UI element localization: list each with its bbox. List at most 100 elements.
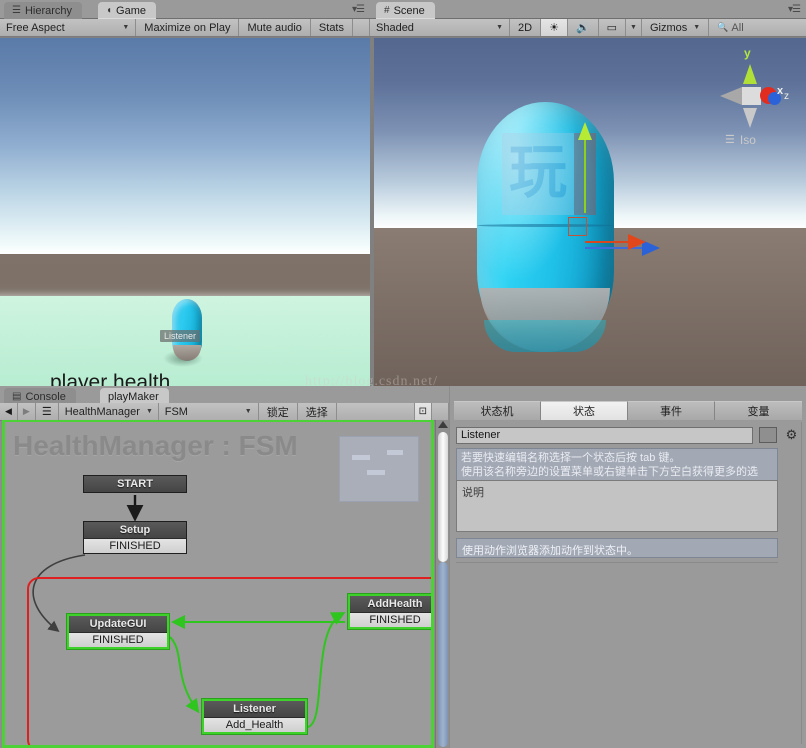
scene-effects-dropdown[interactable]: ▼	[626, 19, 642, 36]
minimap-node	[387, 450, 403, 455]
fsm-graph-panel[interactable]: HealthManager : FSM START Setup FINISHED…	[0, 420, 449, 748]
scrollbar-track[interactable]	[438, 562, 448, 747]
tab-variables[interactable]: 变量	[715, 401, 802, 420]
axis-z-label: z	[784, 91, 789, 102]
gameobject-dropdown[interactable]: HealthManager ▼	[58, 403, 159, 420]
toggle-2d-button[interactable]: 2D	[510, 19, 542, 36]
playmaker-toolbar: ◀ ▶ ☰ HealthManager ▼ FSM ▼ 锁定 选择 ⊡	[0, 403, 449, 421]
state-node-setup-event[interactable]: FINISHED	[84, 539, 186, 553]
scroll-up-arrow-icon[interactable]	[438, 421, 448, 428]
gizmo-x-axis-head[interactable]	[628, 234, 646, 250]
state-name-input[interactable]: Listener	[456, 426, 753, 444]
state-description-input[interactable]: 说明	[456, 480, 778, 532]
playmaker-inspector: 状态机 状态 事件 变量 Listener ⚙ 若要快速编辑名称选择一个状态后按…	[450, 386, 806, 748]
preview-toggle-button[interactable]: ⊡	[414, 403, 432, 420]
axis-negative-x-cone-icon[interactable]	[720, 87, 742, 105]
left-panel-tabbar: ☰ Hierarchy ◖ Game ▾☰	[0, 0, 370, 19]
fsm-minimap[interactable]	[339, 436, 419, 502]
aspect-label: Free Aspect	[6, 21, 65, 34]
preview-icon: ⊡	[418, 406, 427, 417]
state-node-updategui-event[interactable]: FINISHED	[69, 633, 167, 647]
tab-states[interactable]: 状态	[541, 401, 628, 420]
gear-icon[interactable]: ⚙	[783, 427, 800, 443]
scene-panel-menu-icon[interactable]: ▾☰	[788, 4, 801, 15]
state-node-listener[interactable]: Listener Add_Health	[202, 699, 307, 734]
state-node-listener-name: Listener	[204, 701, 305, 718]
inspector-divider	[456, 562, 778, 563]
state-node-addhealth[interactable]: AddHealth FINISHED	[348, 594, 431, 629]
scene-view[interactable]: 玩 y x z ☰ Iso	[374, 38, 806, 388]
scrollbar-thumb[interactable]	[438, 432, 448, 562]
hamburger-icon: ☰	[725, 133, 735, 146]
console-icon: ▤	[12, 391, 22, 402]
scene-capsule-foot-highlight	[484, 320, 606, 352]
tab-fsm-machine[interactable]: 状态机	[454, 401, 541, 420]
gameobject-label: HealthManager	[64, 405, 140, 418]
tab-hierarchy[interactable]: ☰ Hierarchy	[4, 2, 83, 19]
shading-label: Shaded	[376, 21, 414, 34]
maximize-on-play-button[interactable]: Maximize on Play	[136, 19, 240, 36]
gizmo-y-axis-head[interactable]	[578, 122, 592, 140]
scene-axis-widget[interactable]: y x z ☰ Iso	[702, 46, 794, 156]
list-icon: ☰	[12, 5, 21, 16]
speaker-icon: 🔊	[575, 22, 590, 34]
gizmo-center-handle[interactable]	[568, 217, 587, 236]
minimap-node	[352, 455, 370, 460]
gamepad-icon: ◖	[106, 5, 113, 16]
back-button[interactable]: ◀	[0, 403, 18, 420]
fsm-graph-canvas[interactable]: HealthManager : FSM START Setup FINISHED…	[2, 420, 434, 748]
chevron-down-icon: ▼	[122, 24, 130, 31]
chevron-down-icon: ▼	[145, 408, 153, 415]
stats-button[interactable]: Stats	[310, 19, 353, 36]
scene-search-input[interactable]: 🔍 All	[709, 19, 806, 36]
axis-y-label: y	[744, 46, 751, 60]
state-node-setup[interactable]: Setup FINISHED	[83, 521, 187, 554]
state-node-addhealth-event[interactable]: FINISHED	[350, 613, 431, 627]
aspect-dropdown[interactable]: Free Aspect ▼	[0, 19, 137, 36]
state-color-swatch[interactable]	[759, 427, 777, 443]
mute-audio-button[interactable]: Mute audio	[239, 19, 311, 36]
listener-object-label: Listener	[160, 330, 201, 342]
watermark-glyph-block: 玩	[502, 133, 596, 215]
chevron-down-icon: ▼	[496, 24, 503, 31]
tab-game[interactable]: ◖ Game	[98, 2, 157, 19]
gizmos-label: Gizmos	[649, 21, 688, 34]
game-sky	[0, 38, 370, 254]
state-node-updategui-name: UpdateGUI	[69, 616, 167, 633]
fsm-dropdown[interactable]: FSM ▼	[158, 403, 259, 420]
tab-scene[interactable]: # Scene	[376, 2, 435, 19]
tab-playmaker-label: playMaker	[108, 390, 159, 403]
game-view[interactable]: Listener player health	[0, 38, 370, 388]
state-node-setup-name: Setup	[84, 522, 186, 539]
scene-panel-tabbar: # Scene ▾☰	[370, 0, 806, 19]
axis-projection-label: Iso	[739, 133, 756, 147]
gizmo-y-axis-line	[584, 136, 586, 213]
tab-hierarchy-label: Hierarchy	[24, 4, 73, 17]
state-node-start[interactable]: START	[83, 475, 187, 493]
gizmos-dropdown-scene[interactable]: Gizmos ▼	[641, 19, 710, 36]
state-node-updategui[interactable]: UpdateGUI FINISHED	[67, 614, 169, 649]
action-browser-hint: 使用动作浏览器添加动作到状态中。	[456, 538, 778, 558]
forward-button[interactable]: ▶	[17, 403, 36, 420]
tab-events[interactable]: 事件	[628, 401, 715, 420]
panel-menu-icon[interactable]: ▾☰	[352, 4, 365, 15]
scene-lighting-toggle[interactable]: ☀	[541, 19, 568, 36]
scene-audio-toggle[interactable]: 🔊	[567, 19, 599, 36]
gizmos-dropdown-game[interactable]	[353, 19, 370, 36]
shading-dropdown[interactable]: Shaded ▼	[370, 19, 510, 36]
chevron-down-icon: ▼	[244, 408, 252, 415]
state-node-start-name: START	[84, 476, 186, 492]
axis-negative-y-cone-icon[interactable]	[743, 108, 757, 128]
select-button[interactable]: 选择	[297, 403, 337, 420]
next-arrow-icon: ▶	[22, 406, 30, 416]
lock-button[interactable]: 锁定	[258, 403, 298, 420]
axis-y-cone-icon[interactable]	[743, 64, 757, 84]
state-name-row: Listener ⚙	[456, 426, 800, 444]
playmaker-menu-button[interactable]: ☰	[35, 403, 59, 420]
fsm-label: FSM	[164, 405, 188, 418]
axis-projection-toggle[interactable]: ☰ Iso	[725, 133, 756, 147]
scene-effects-toggle[interactable]: ▭	[598, 19, 627, 36]
state-node-listener-event[interactable]: Add_Health	[204, 718, 305, 732]
scene-toolbar: Shaded ▼ 2D ☀ 🔊 ▭ ▼ Gizmos ▼ 🔍 All	[370, 19, 806, 37]
fsm-vertical-scrollbar[interactable]	[435, 420, 449, 748]
